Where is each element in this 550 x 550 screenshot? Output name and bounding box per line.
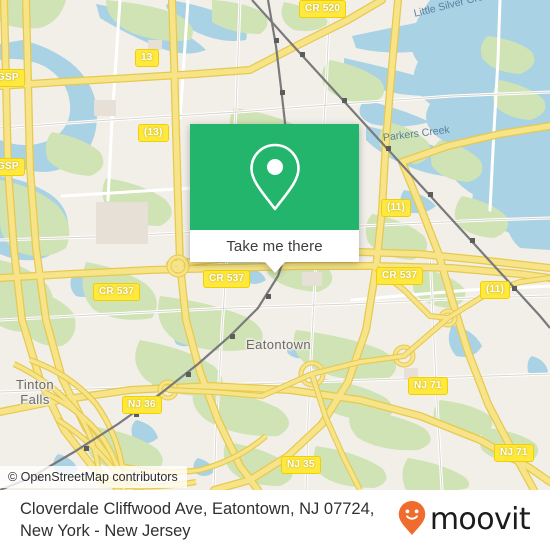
shield-13: 13 [135, 49, 159, 67]
map-canvas[interactable]: CR 520 13 GSP (13) GSP (11) CR 537 CR 53… [0, 0, 550, 490]
shield-cr-520: CR 520 [299, 0, 347, 18]
shield-cr-537-west: CR 537 [93, 283, 141, 301]
shield-11-east: (11) [480, 281, 511, 299]
osm-attribution[interactable]: © OpenStreetMap contributors [0, 466, 187, 488]
map-popup[interactable]: Take me there [190, 124, 359, 273]
popup-header [190, 124, 359, 230]
take-me-there-label: Take me there [226, 237, 323, 255]
shield-nj-71-north: NJ 71 [408, 377, 448, 395]
shield-nj-71-south: NJ 71 [494, 444, 534, 462]
map-page: CR 520 13 GSP (13) GSP (11) CR 537 CR 53… [0, 0, 550, 550]
place-label-tinton-falls: Tinton Falls [16, 377, 55, 407]
location-pin-icon [247, 141, 303, 213]
shield-gsp-north: GSP [0, 69, 25, 87]
shield-cr-537-east: CR 537 [376, 267, 424, 285]
moovit-pin-icon [398, 500, 426, 541]
place-label-eatontown: Eatontown [246, 337, 312, 352]
shield-cr-537-center: CR 537 [203, 270, 251, 288]
popup-tail [263, 261, 286, 273]
address-line-1: Cloverdale Cliffwood Ave, Eatontown, NJ … [20, 500, 375, 518]
shield-11-north: (11) [381, 199, 412, 217]
shield-13-alt: (13) [138, 124, 169, 142]
popup-action[interactable]: Take me there [190, 230, 359, 262]
shield-nj-36: NJ 36 [122, 396, 162, 414]
shield-nj-35: NJ 35 [281, 456, 321, 474]
address-block: Cloverdale Cliffwood Ave, Eatontown, NJ … [20, 498, 398, 542]
moovit-logo[interactable]: moovit [398, 500, 536, 541]
footer-bar: Cloverdale Cliffwood Ave, Eatontown, NJ … [0, 490, 550, 550]
shield-gsp-south: GSP [0, 158, 25, 176]
address-line-2: New York - New Jersey [20, 522, 191, 540]
moovit-wordmark: moovit [429, 502, 531, 537]
